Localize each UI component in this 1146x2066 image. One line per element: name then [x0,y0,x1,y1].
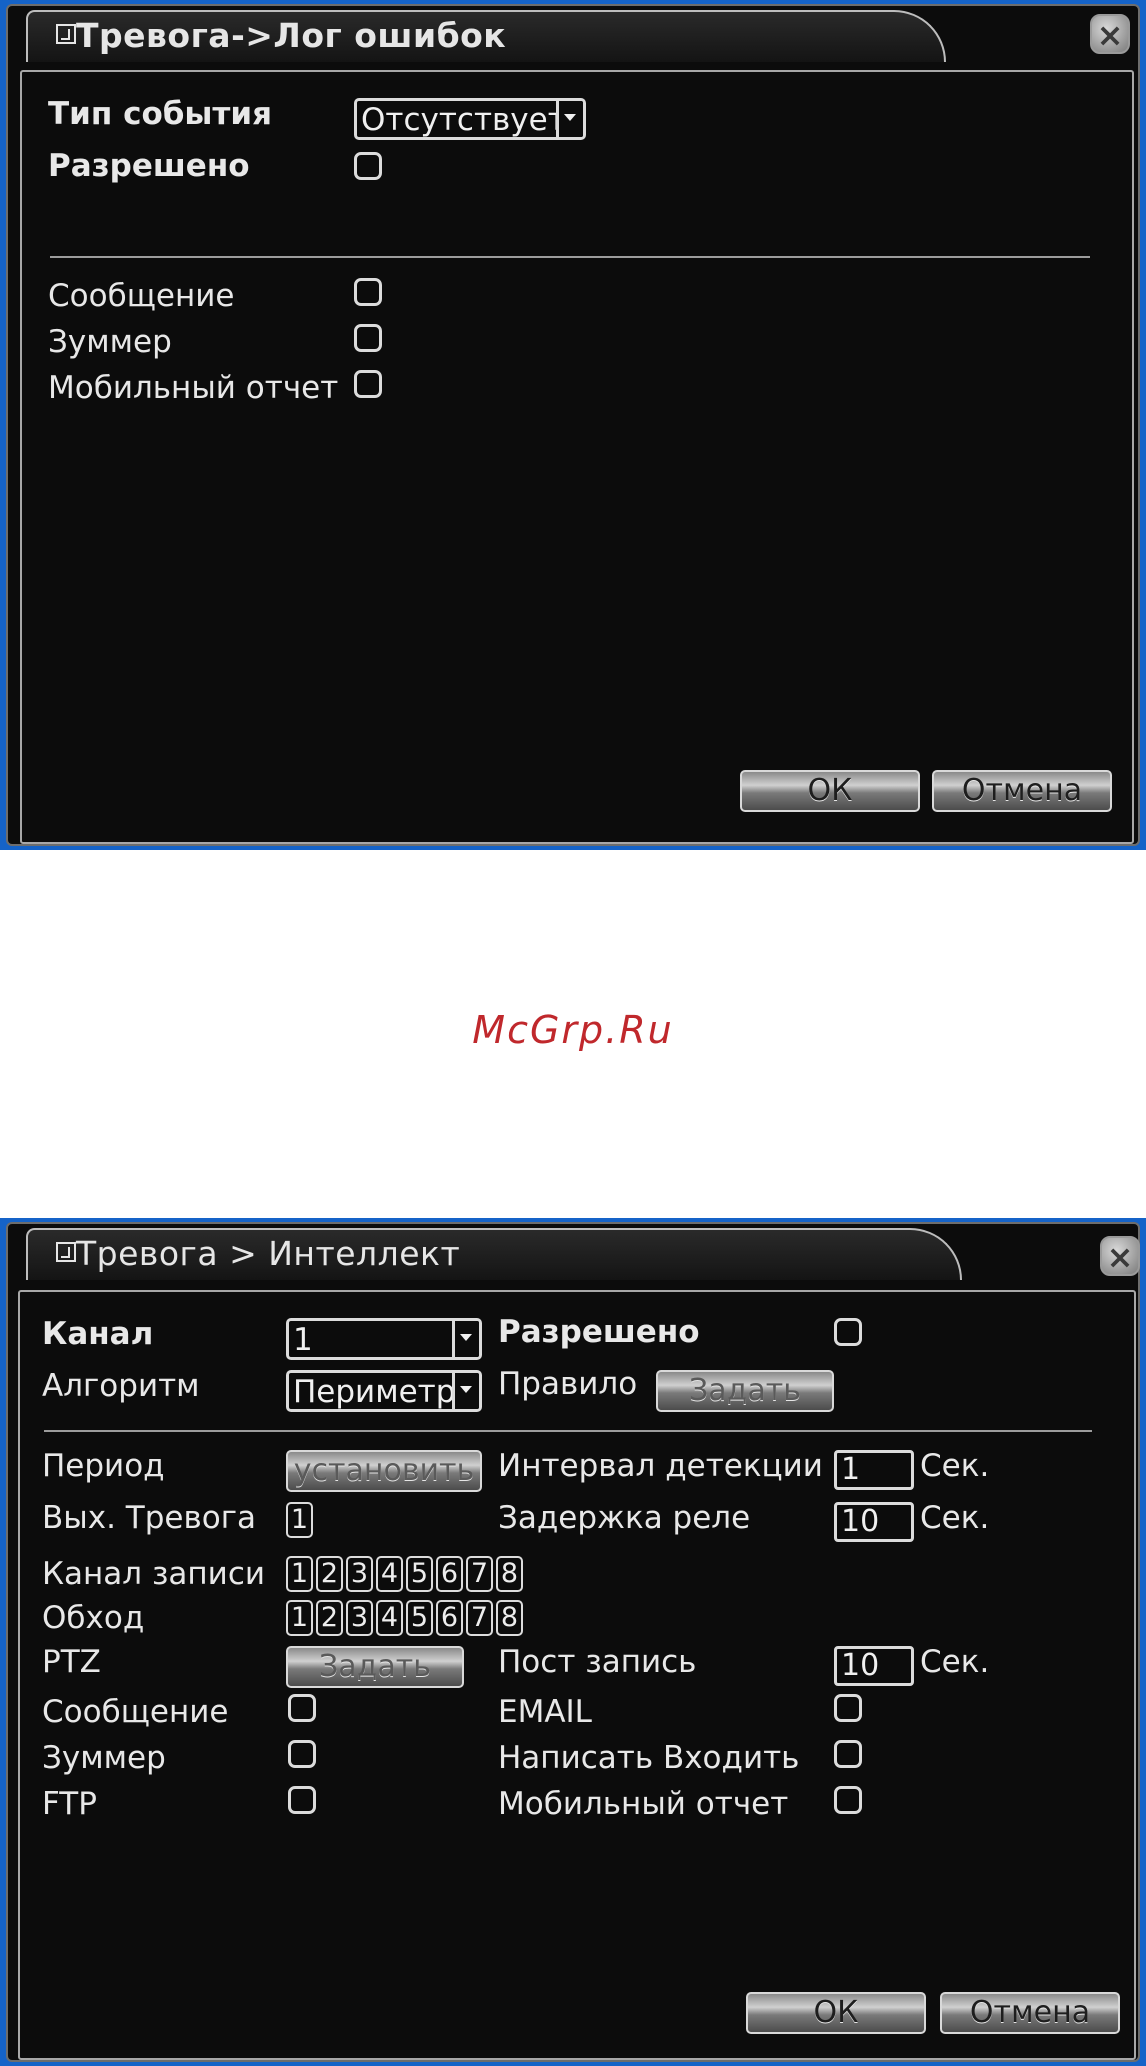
buzzer-label: Зуммер [42,1740,166,1776]
tour-channel-2[interactable]: 2 [316,1600,343,1636]
post-record-label: Пост запись [498,1644,697,1680]
ok-button[interactable]: ОК [740,770,920,812]
chevron-down-icon[interactable] [556,101,583,137]
email-label: EMAIL [498,1694,592,1730]
write-login-checkbox[interactable] [834,1740,862,1768]
settings-panel [20,70,1134,844]
record-channel-5[interactable]: 5 [406,1556,433,1592]
record-channel-4[interactable]: 4 [376,1556,403,1592]
tour-channel-7[interactable]: 7 [466,1600,493,1636]
relay-delay-unit: Сек. [920,1500,990,1536]
enabled-checkbox[interactable] [354,152,382,180]
record-channel-label: Канал записи [42,1556,266,1592]
post-record-input[interactable]: 10 [834,1646,914,1686]
tour-channel-5[interactable]: 5 [406,1600,433,1636]
intelligent-alarm-dialog: Тревога > Интеллект × Канал 1 Разрешено … [0,1218,1146,2066]
enabled-checkbox[interactable] [834,1318,862,1346]
tour-channel-8[interactable]: 8 [496,1600,523,1636]
ok-button[interactable]: ОК [746,1992,926,2034]
algorithm-value: Периметр [293,1374,456,1410]
period-set-button[interactable]: установить [286,1450,482,1492]
period-label: Период [42,1448,165,1484]
record-channel-8[interactable]: 8 [496,1556,523,1592]
ptz-set-button[interactable]: Задать [286,1646,464,1688]
record-channel-list: 1 2 3 4 5 6 7 8 [286,1556,523,1592]
ptz-label: PTZ [42,1644,101,1680]
dialog-title: Тревога > Интеллект [76,1234,461,1273]
rule-set-button[interactable]: Задать [656,1370,834,1412]
dialog-frame: Тревога > Интеллект × Канал 1 Разрешено … [6,1222,1140,2062]
write-login-label: Написать Входить [498,1740,800,1776]
alarm-out-1[interactable]: 1 [286,1502,313,1538]
divider [44,1430,1092,1432]
mobile-report-checkbox[interactable] [354,370,382,398]
record-channel-1[interactable]: 1 [286,1556,313,1592]
ftp-label: FTP [42,1786,97,1822]
tour-label: Обход [42,1600,145,1636]
tour-channel-6[interactable]: 6 [436,1600,463,1636]
record-channel-7[interactable]: 7 [466,1556,493,1592]
message-checkbox[interactable] [288,1694,316,1722]
close-icon[interactable]: × [1090,14,1130,54]
algorithm-label: Алгоритм [42,1368,200,1404]
post-record-unit: Сек. [920,1644,990,1680]
error-log-dialog: Тревога->Лог ошибок × Тип события Отсутс… [0,0,1146,850]
dialog-title: Тревога->Лог ошибок [76,16,507,55]
enabled-label: Разрешено [498,1314,700,1350]
tour-channel-1[interactable]: 1 [286,1600,313,1636]
channel-value: 1 [293,1322,313,1358]
message-checkbox[interactable] [354,278,382,306]
close-icon[interactable]: × [1100,1236,1140,1276]
alarm-icon [56,1242,76,1262]
event-type-label: Тип события [48,96,273,132]
chevron-down-icon[interactable] [452,1373,479,1409]
detect-interval-input[interactable]: 1 [834,1450,914,1490]
event-type-select[interactable]: Отсутствует [354,98,586,140]
dialog-frame: Тревога->Лог ошибок × Тип события Отсутс… [6,4,1140,846]
record-channel-6[interactable]: 6 [436,1556,463,1592]
channel-select[interactable]: 1 [286,1318,482,1360]
relay-delay-input[interactable]: 10 [834,1502,914,1542]
watermark: McGrp.Ru [472,1008,674,1052]
divider [50,256,1090,258]
mobile-report-label: Мобильный отчет [498,1786,789,1822]
alarm-icon [56,24,76,44]
alarm-out-channels: 1 [286,1502,313,1538]
buzzer-label: Зуммер [48,324,172,360]
algorithm-select[interactable]: Периметр [286,1370,482,1412]
email-checkbox[interactable] [834,1694,862,1722]
cancel-button[interactable]: Отмена [932,770,1112,812]
message-label: Сообщение [42,1694,229,1730]
mobile-report-label: Мобильный отчет [48,370,339,406]
record-channel-3[interactable]: 3 [346,1556,373,1592]
tour-channel-3[interactable]: 3 [346,1600,373,1636]
enabled-label: Разрешено [48,148,250,184]
detect-interval-unit: Сек. [920,1448,990,1484]
tour-channel-list: 1 2 3 4 5 6 7 8 [286,1600,523,1636]
channel-label: Канал [42,1316,154,1352]
tour-channel-4[interactable]: 4 [376,1600,403,1636]
buzzer-checkbox[interactable] [354,324,382,352]
rule-label: Правило [498,1366,638,1402]
message-label: Сообщение [48,278,235,314]
ftp-checkbox[interactable] [288,1786,316,1814]
cancel-button[interactable]: Отмена [940,1992,1120,2034]
record-channel-2[interactable]: 2 [316,1556,343,1592]
alarm-out-label: Вых. Тревога [42,1500,257,1536]
buzzer-checkbox[interactable] [288,1740,316,1768]
chevron-down-icon[interactable] [452,1321,479,1357]
detect-interval-label: Интервал детекции [498,1448,823,1484]
mobile-report-checkbox[interactable] [834,1786,862,1814]
event-type-value: Отсутствует [361,102,566,138]
relay-delay-label: Задержка реле [498,1500,751,1536]
